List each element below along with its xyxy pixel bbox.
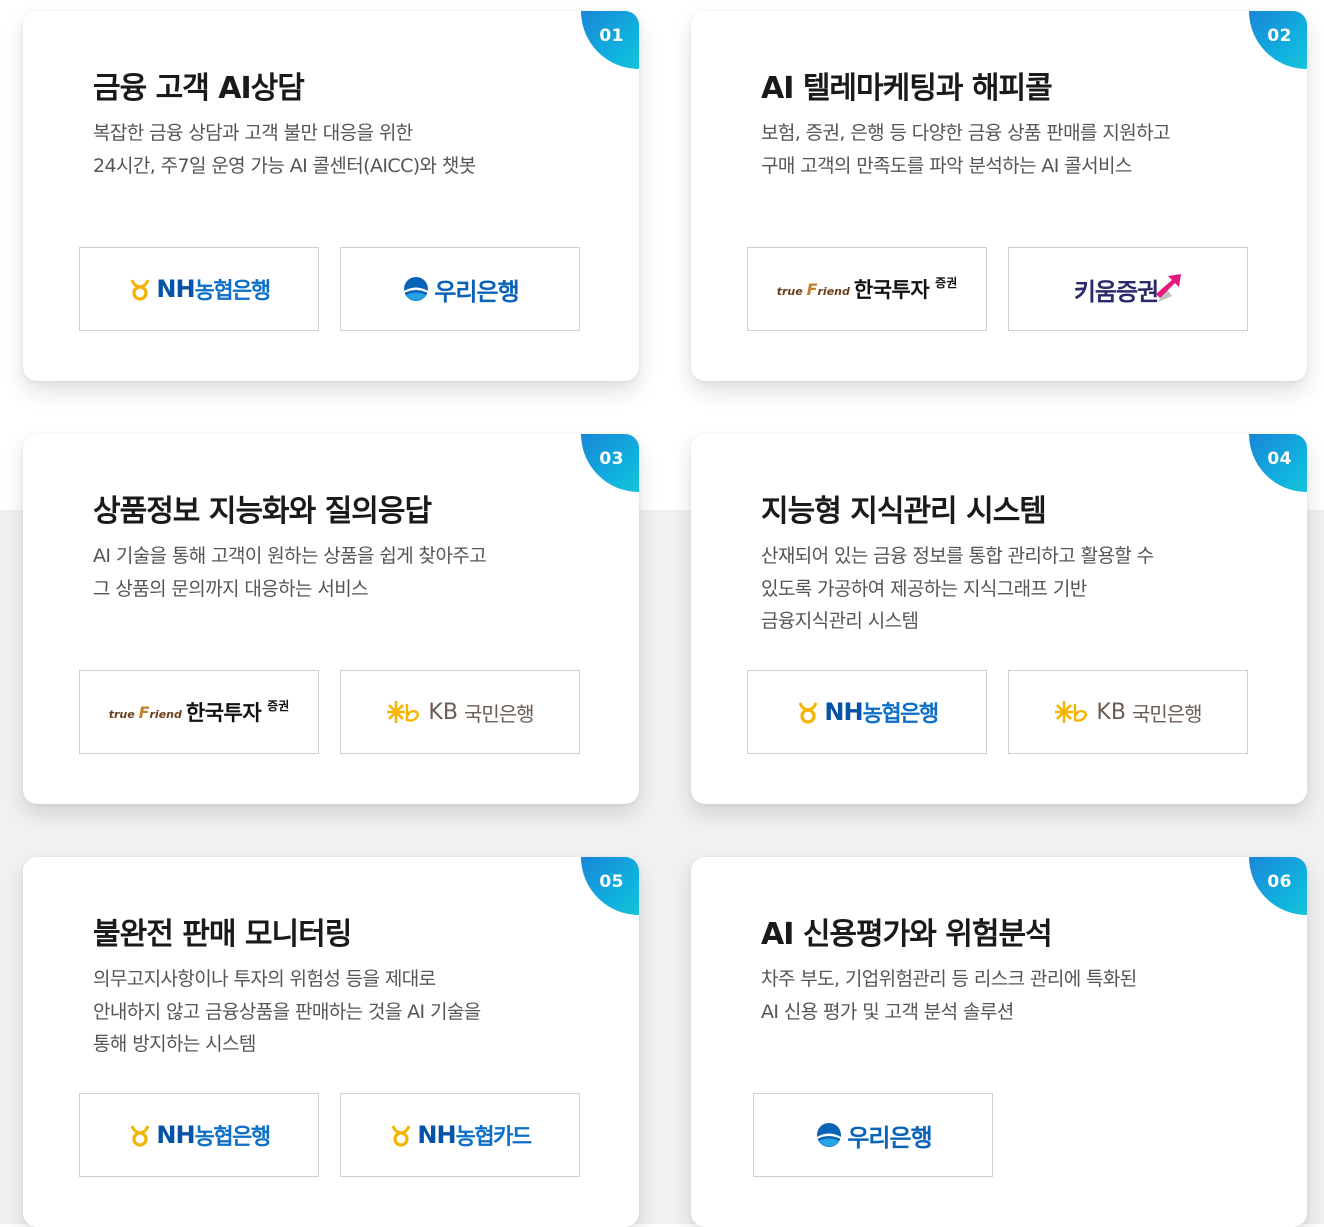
service-card-02: 02 AI 텔레마케팅과 해피콜 보험, 증권, 은행 등 다양한 금융 상품 … (691, 11, 1307, 381)
truefriend-mark-icon: true Friend (108, 702, 182, 722)
card-description: 차주 부도, 기업위험관리 등 리스크 관리에 특화된 AI 신용 평가 및 고… (761, 968, 1137, 1023)
card-description: 의무고지사항이나 투자의 위험성 등을 제대로 안내하지 않고 금융상품을 판매… (93, 968, 481, 1055)
nh-mark-icon (131, 1125, 150, 1147)
client-logo-kiwoom: 키움증권 (1008, 247, 1248, 331)
card-description: AI 기술을 통해 고객이 원하는 상품을 쉽게 찾아주고 그 상품의 문의까지… (93, 545, 487, 600)
client-logo-nh-bank: NH 농협은행 (79, 247, 319, 331)
card-title: 지능형 지식관리 시스템 (761, 494, 1047, 529)
card-title: 불완전 판매 모니터링 (93, 917, 352, 952)
service-card-04: 04 지능형 지식관리 시스템 산재되어 있는 금융 정보를 통합 관리하고 활… (691, 434, 1307, 804)
client-logo-woori-bank: 우리은행 (753, 1093, 993, 1177)
truefriend-mark-icon: true Friend (776, 279, 850, 299)
kb-star-icon (387, 701, 420, 723)
client-logo-kb-bank: KB 국민은행 (340, 670, 580, 754)
card-title: AI 신용평가와 위험분석 (761, 917, 1053, 952)
client-logo-kb-bank: KB 국민은행 (1008, 670, 1248, 754)
service-card-03: 03 상품정보 지능화와 질의응답 AI 기술을 통해 고객이 원하는 상품을 … (23, 434, 639, 804)
client-logo-korea-investment: true Friend 한국투자 증권 (747, 247, 987, 331)
client-logo-nh-card: NH 농협카드 (340, 1093, 580, 1177)
card-number-badge: 06 (1249, 857, 1307, 915)
card-description: 보험, 증권, 은행 등 다양한 금융 상품 판매를 지원하고 구매 고객의 만… (761, 122, 1170, 177)
card-title: 상품정보 지능화와 질의응답 (93, 494, 432, 529)
nh-mark-icon (799, 702, 818, 724)
client-logo-woori-bank: 우리은행 (340, 247, 580, 331)
card-number-badge: 04 (1249, 434, 1307, 492)
woori-mark-icon (817, 1123, 842, 1147)
card-description: 산재되어 있는 금융 정보를 통합 관리하고 활용할 수 있도록 가공하여 제공… (761, 545, 1154, 632)
client-logo-korea-investment: true Friend 한국투자 증권 (79, 670, 319, 754)
card-title: AI 텔레마케팅과 해피콜 (761, 71, 1053, 106)
service-card-05: 05 불완전 판매 모니터링 의무고지사항이나 투자의 위험성 등을 제대로 안… (23, 857, 639, 1227)
service-card-06: 06 AI 신용평가와 위험분석 차주 부도, 기업위험관리 등 리스크 관리에… (691, 857, 1307, 1227)
woori-mark-icon (404, 277, 429, 301)
card-number-badge: 05 (581, 857, 639, 915)
kiwoom-arrow-icon (1156, 274, 1182, 302)
card-number-badge: 02 (1249, 11, 1307, 69)
card-title: 금융 고객 AI상담 (93, 71, 305, 106)
kb-star-icon (1055, 701, 1088, 723)
nh-mark-icon (131, 279, 150, 301)
card-number-badge: 03 (581, 434, 639, 492)
client-logo-nh-bank: NH 농협은행 (747, 670, 987, 754)
card-description: 복잡한 금융 상담과 고객 불만 대응을 위한 24시간, 주7일 운영 가능 … (93, 122, 476, 177)
service-card-01: 01 금융 고객 AI상담 복잡한 금융 상담과 고객 불만 대응을 위한 24… (23, 11, 639, 381)
nh-mark-icon (392, 1125, 411, 1147)
client-logo-nh-bank: NH 농협은행 (79, 1093, 319, 1177)
card-number-badge: 01 (581, 11, 639, 69)
